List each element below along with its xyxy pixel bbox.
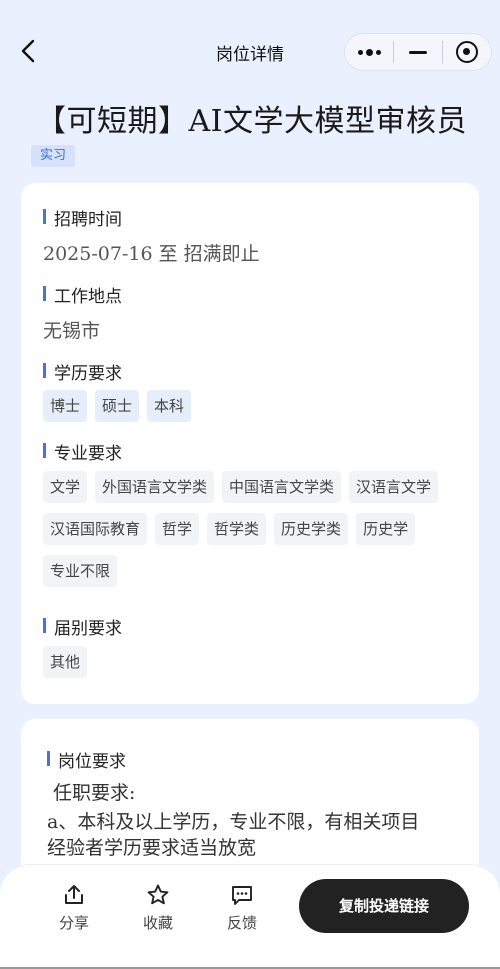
share-icon [65, 885, 83, 904]
major-tags: 文学 外国语言文学类 中国语言文学类 汉语言文学 汉语国际教育 哲学 哲学类 历… [43, 471, 463, 587]
education-tags: 博士 硕士 本科 [43, 390, 463, 422]
share-button[interactable]: 分享 [44, 883, 104, 933]
major-tag: 历史学类 [274, 513, 349, 545]
feedback-label: 反馈 [226, 914, 257, 932]
feedback-button[interactable]: 反馈 [212, 883, 272, 933]
requirements-heading: 岗位要求 [47, 747, 126, 772]
major-tag: 哲学类 [207, 513, 267, 545]
location-value: 无锡市 [43, 320, 101, 342]
major-tag: 中国语言文学类 [222, 471, 342, 503]
recruit-time-value: 2025-07-16 至 招满即止 [43, 243, 260, 265]
major-tag: 文学 [43, 471, 88, 503]
copy-apply-link-button[interactable]: 复制投递链接 [299, 879, 469, 933]
education-tag: 硕士 [95, 390, 140, 422]
graduation-tags: 其他 [43, 646, 463, 678]
job-type-badge: 实习 [31, 145, 76, 167]
major-tag: 汉语言文学 [349, 471, 439, 503]
favorite-button[interactable]: 收藏 [128, 883, 188, 933]
recruit-time-heading: 招聘时间 [43, 205, 122, 230]
graduation-heading: 届别要求 [43, 614, 122, 639]
education-tag: 博士 [43, 390, 88, 422]
star-icon [147, 884, 169, 905]
major-heading: 专业要求 [43, 439, 122, 464]
bottom-action-bar: 分享 收藏 反馈 复制投递链接 [0, 864, 500, 969]
share-label: 分享 [58, 914, 89, 932]
location-heading: 工作地点 [43, 282, 122, 307]
graduation-tag: 其他 [43, 646, 88, 678]
job-info-card: 招聘时间 2025-07-16 至 招满即止 工作地点 无锡市 学历要求 博士 … [21, 183, 479, 704]
major-tag: 汉语国际教育 [43, 513, 148, 545]
top-nav: 岗位详情 [0, 0, 500, 100]
feedback-message-icon [232, 886, 252, 905]
major-tag: 哲学 [155, 513, 200, 545]
major-tag: 专业不限 [43, 555, 118, 587]
major-tag: 历史学 [356, 513, 416, 545]
requirements-line: 任职要求: [53, 782, 136, 804]
job-title: 【可短期】AI文学大模型审核员 [36, 104, 468, 139]
favorite-label: 收藏 [142, 914, 173, 932]
requirements-line: 经验者学历要求适当放宽 [47, 837, 257, 859]
education-heading: 学历要求 [43, 359, 122, 384]
minimize-icon [409, 50, 427, 54]
close-program-button[interactable] [443, 34, 491, 70]
minimize-button[interactable] [394, 34, 442, 70]
more-button[interactable] [345, 34, 393, 70]
education-tag: 本科 [147, 390, 192, 422]
more-dots-icon [357, 48, 381, 56]
major-tag: 外国语言文学类 [95, 471, 215, 503]
mini-program-capsule [344, 33, 492, 71]
close-target-icon [456, 41, 478, 63]
